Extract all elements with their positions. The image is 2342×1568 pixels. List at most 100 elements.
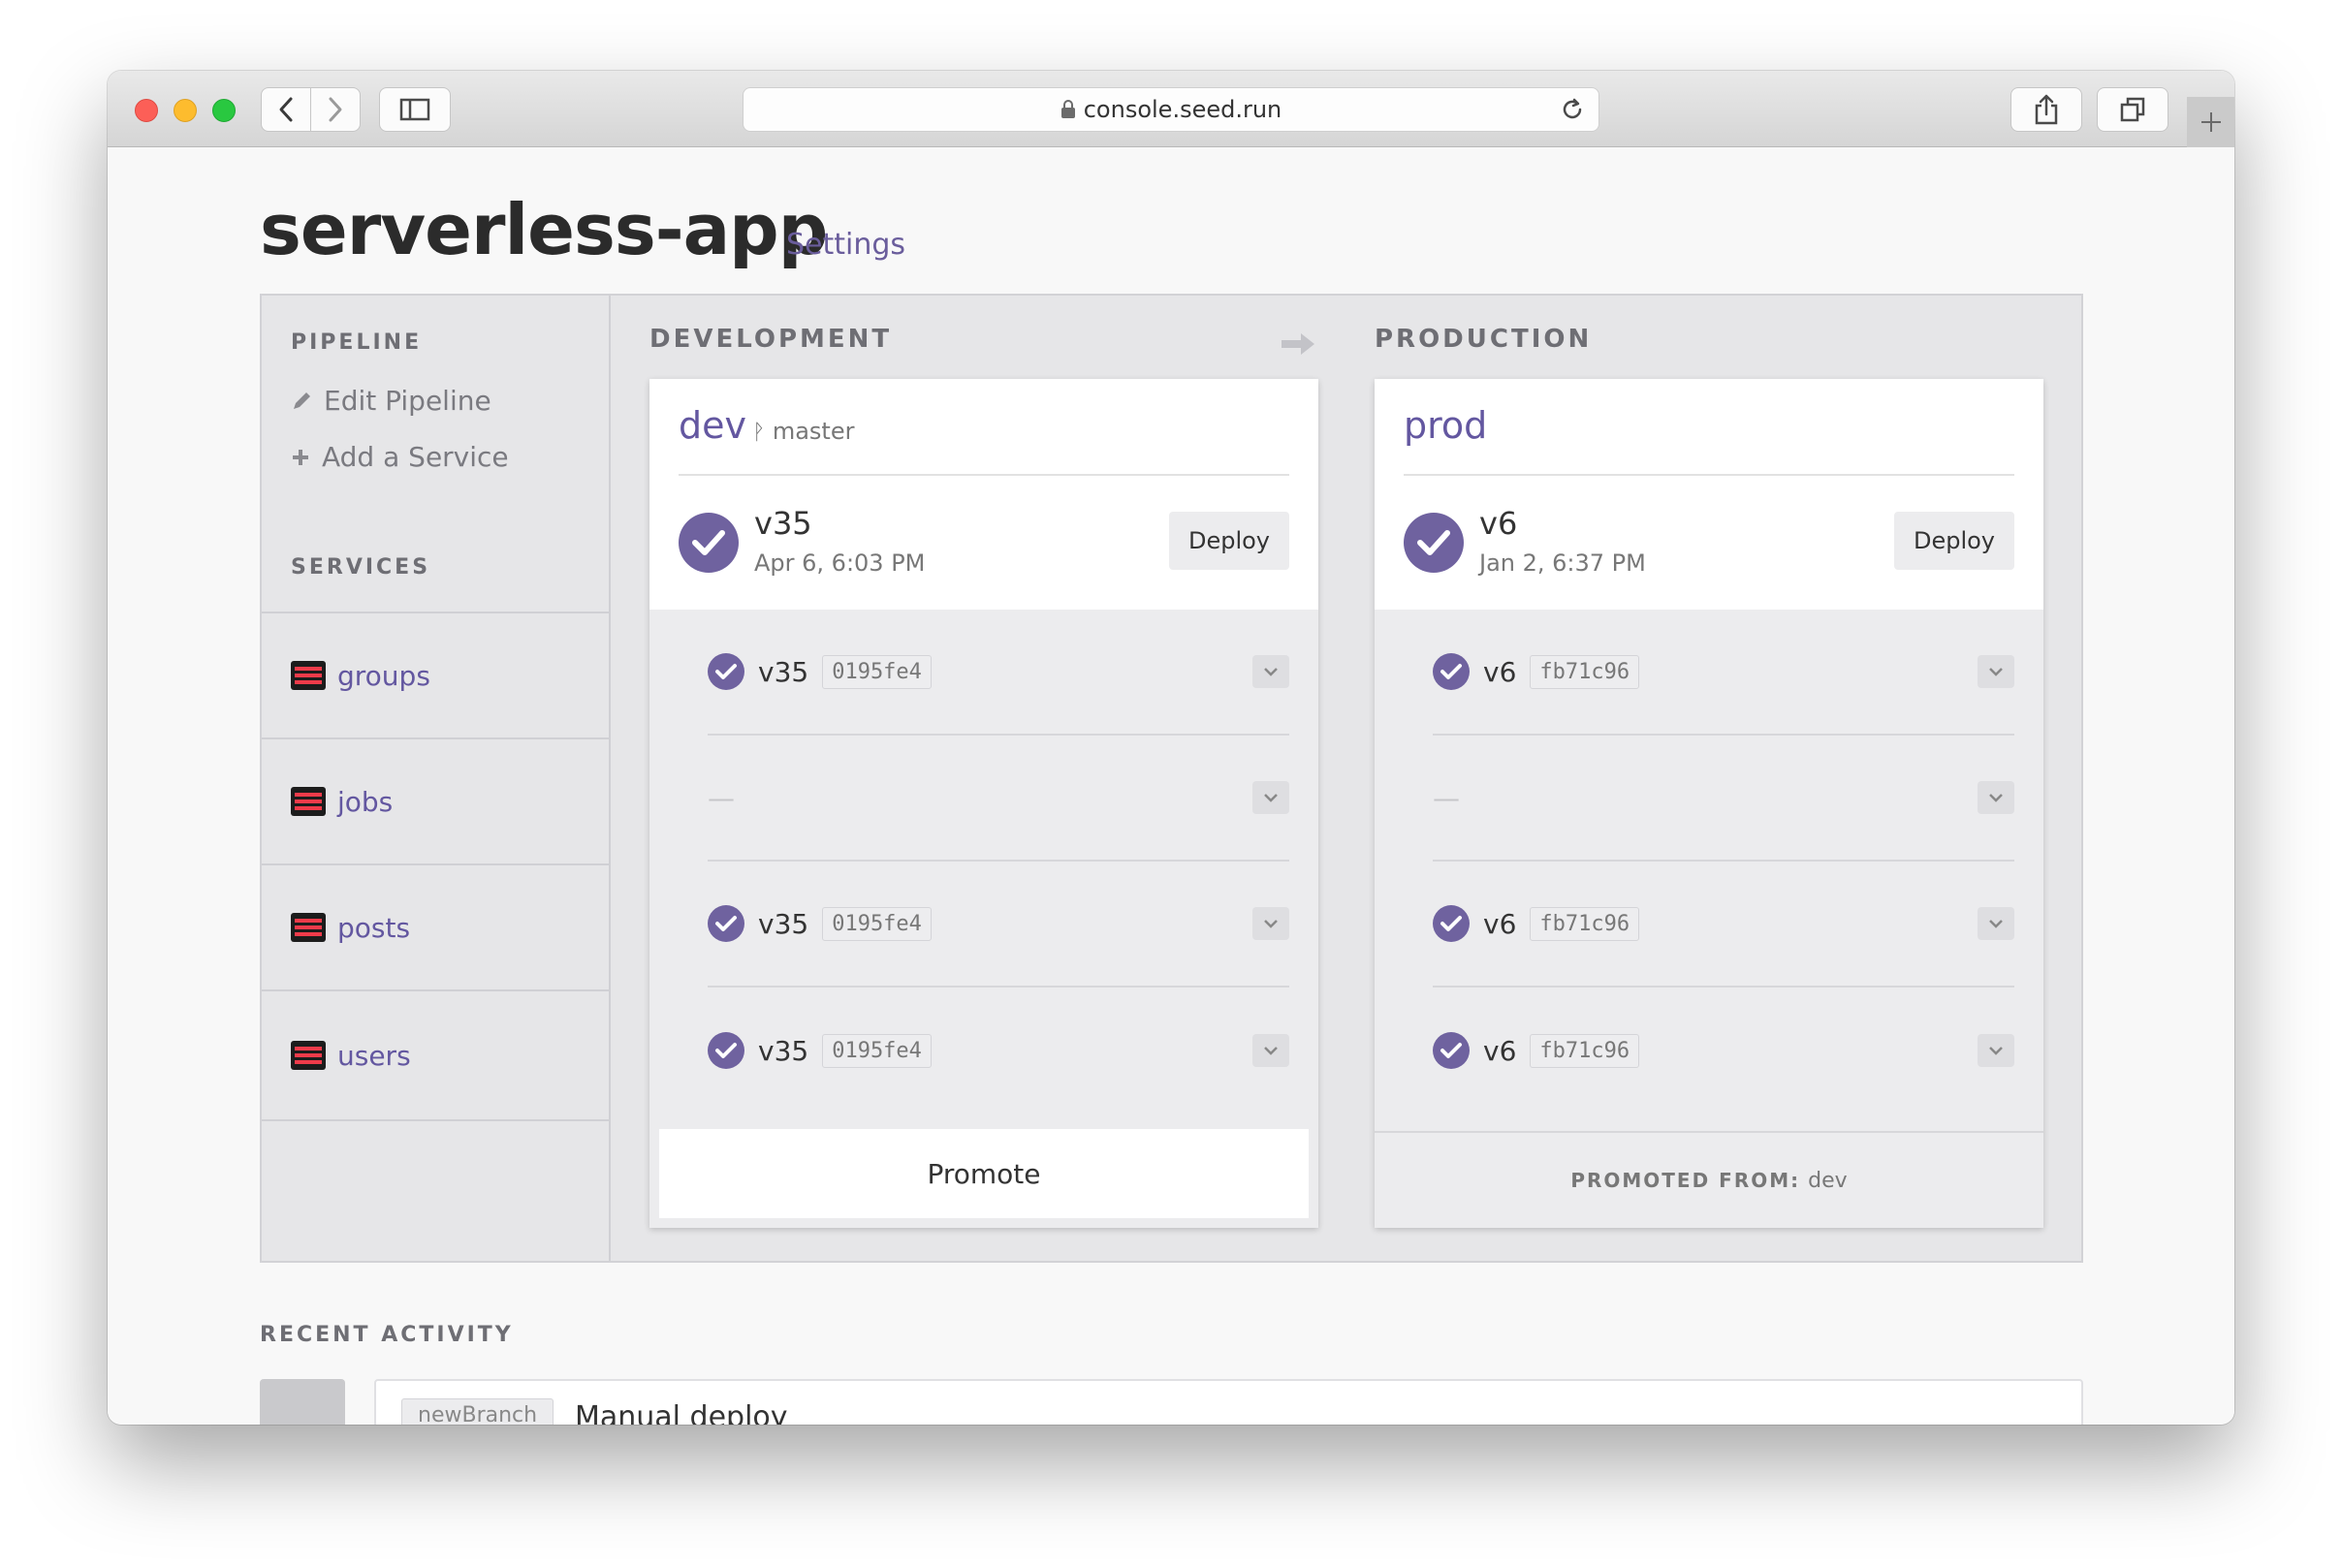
expand-button[interactable] xyxy=(1252,1034,1289,1067)
forward-button[interactable] xyxy=(310,87,361,132)
lock-icon xyxy=(1060,100,1075,118)
reload-icon[interactable] xyxy=(1560,97,1585,122)
service-build-row[interactable]: — xyxy=(708,736,1289,862)
service-icon xyxy=(291,661,326,690)
avatar xyxy=(260,1379,345,1425)
service-item-jobs[interactable]: jobs xyxy=(262,737,609,863)
expand-button[interactable] xyxy=(1252,907,1289,940)
service-name: groups xyxy=(337,659,430,692)
empty-build-placeholder: — xyxy=(708,781,735,814)
chevron-down-icon xyxy=(1989,668,2003,676)
service-icon xyxy=(291,1041,326,1070)
service-build-row[interactable]: v35 0195fe4 xyxy=(708,610,1289,736)
promoted-from-footer: PROMOTED FROM: dev xyxy=(1375,1131,2043,1228)
recent-activity-label: RECENT ACTIVITY xyxy=(260,1323,514,1347)
divider xyxy=(679,474,1289,476)
promoted-from-label: PROMOTED FROM: xyxy=(1570,1169,1801,1192)
stage-header: prod v6 Jan 2, 6:37 PM Deploy xyxy=(1375,379,2043,610)
chevron-down-icon xyxy=(1989,794,2003,802)
pipeline-sidebar: PIPELINE Edit Pipeline Add a Service SER… xyxy=(262,296,611,1261)
commit-hash: 0195fe4 xyxy=(822,654,932,689)
deploy-date: Jan 2, 6:37 PM xyxy=(1479,549,1646,577)
service-name: posts xyxy=(337,911,411,944)
branch-icon: ᚹ xyxy=(752,421,766,445)
expand-button[interactable] xyxy=(1978,781,2014,814)
check-circle-icon xyxy=(1433,1032,1470,1069)
deploy-date: Apr 6, 6:03 PM xyxy=(754,549,926,577)
latest-version[interactable]: v6 xyxy=(1479,505,1517,542)
tabs-overview-button[interactable] xyxy=(2097,87,2168,132)
page-content: serverless-app Settings PIPELINE Edit Pi… xyxy=(108,148,2234,1425)
expand-button[interactable] xyxy=(1978,907,2014,940)
sidebar-toggle-button[interactable] xyxy=(379,87,451,132)
expand-button[interactable] xyxy=(1978,655,2014,688)
back-button[interactable] xyxy=(261,87,311,132)
check-circle-icon xyxy=(1433,653,1470,690)
service-icon xyxy=(291,787,326,816)
new-tab-button[interactable] xyxy=(2187,97,2234,147)
zoom-window-button[interactable] xyxy=(212,99,236,122)
service-name: jobs xyxy=(337,785,394,818)
service-build-row[interactable]: — xyxy=(1433,736,2014,862)
page-title: serverless-app xyxy=(260,189,828,270)
browser-toolbar: console.seed.run xyxy=(108,71,2234,147)
address-bar[interactable]: console.seed.run xyxy=(743,87,1599,132)
edit-pipeline-label: Edit Pipeline xyxy=(324,385,491,417)
stage-name[interactable]: prod xyxy=(1404,404,1487,447)
expand-button[interactable] xyxy=(1252,781,1289,814)
close-window-button[interactable] xyxy=(135,99,158,122)
chevron-left-icon xyxy=(279,97,293,122)
branch-indicator: ᚹ master xyxy=(752,418,854,445)
service-build-row[interactable]: v35 0195fe4 xyxy=(708,988,1289,1113)
service-name: users xyxy=(337,1039,411,1072)
commit-hash: fb71c96 xyxy=(1530,906,1640,941)
service-icon xyxy=(291,913,326,942)
check-circle-icon xyxy=(708,653,744,690)
service-item-groups[interactable]: groups xyxy=(262,612,609,737)
plus-icon xyxy=(2200,112,2221,132)
promoted-from-stage: dev xyxy=(1808,1168,1848,1193)
sidebar-icon xyxy=(399,98,430,121)
share-button[interactable] xyxy=(2010,87,2082,132)
check-circle-icon xyxy=(708,1032,744,1069)
service-build-row[interactable]: v6 fb71c96 xyxy=(1433,610,2014,736)
chevron-down-icon xyxy=(1989,920,2003,928)
edit-pipeline-link[interactable]: Edit Pipeline xyxy=(291,385,491,417)
divider xyxy=(1404,474,2014,476)
service-build-row[interactable]: v35 0195fe4 xyxy=(708,862,1289,988)
deploy-button[interactable]: Deploy xyxy=(1169,512,1289,570)
activity-branch-badge: newBranch xyxy=(401,1398,554,1425)
stage-header: dev ᚹ master v35 Apr 6, 6:03 PM Deploy xyxy=(649,379,1318,610)
minimize-window-button[interactable] xyxy=(174,99,197,122)
settings-link[interactable]: Settings xyxy=(786,228,905,262)
development-stage-card: dev ᚹ master v35 Apr 6, 6:03 PM Deploy v… xyxy=(649,379,1318,1228)
build-version: v35 xyxy=(758,1034,809,1067)
expand-button[interactable] xyxy=(1252,655,1289,688)
chevron-down-icon xyxy=(1264,668,1278,676)
commit-hash: 0195fe4 xyxy=(822,906,932,941)
build-version: v6 xyxy=(1483,655,1517,688)
expand-button[interactable] xyxy=(1978,1034,2014,1067)
development-stage-label: DEVELOPMENT xyxy=(649,325,893,354)
activity-item[interactable]: newBranch Manual deploy xyxy=(374,1379,2083,1425)
commit-hash: 0195fe4 xyxy=(822,1033,932,1068)
promote-button[interactable]: Promote xyxy=(659,1129,1309,1218)
chevron-down-icon xyxy=(1264,1047,1278,1055)
deploy-button[interactable]: Deploy xyxy=(1894,512,2014,570)
service-item-users[interactable]: users xyxy=(262,989,609,1121)
browser-window: console.seed.run serverless-app Settings… xyxy=(108,71,2234,1425)
build-version: v35 xyxy=(758,907,809,940)
latest-version[interactable]: v35 xyxy=(754,505,812,542)
service-item-posts[interactable]: posts xyxy=(262,863,609,989)
add-service-link[interactable]: Add a Service xyxy=(291,441,509,473)
stage-name[interactable]: dev xyxy=(679,404,746,447)
chevron-down-icon xyxy=(1264,920,1278,928)
tabs-icon xyxy=(2120,97,2145,122)
service-build-row[interactable]: v6 fb71c96 xyxy=(1433,988,2014,1113)
chevron-down-icon xyxy=(1989,1047,2003,1055)
pipeline-section-label: PIPELINE xyxy=(291,330,423,355)
share-icon xyxy=(2035,94,2058,125)
commit-hash: fb71c96 xyxy=(1530,1033,1640,1068)
service-build-row[interactable]: v6 fb71c96 xyxy=(1433,862,2014,988)
commit-hash: fb71c96 xyxy=(1530,654,1640,689)
